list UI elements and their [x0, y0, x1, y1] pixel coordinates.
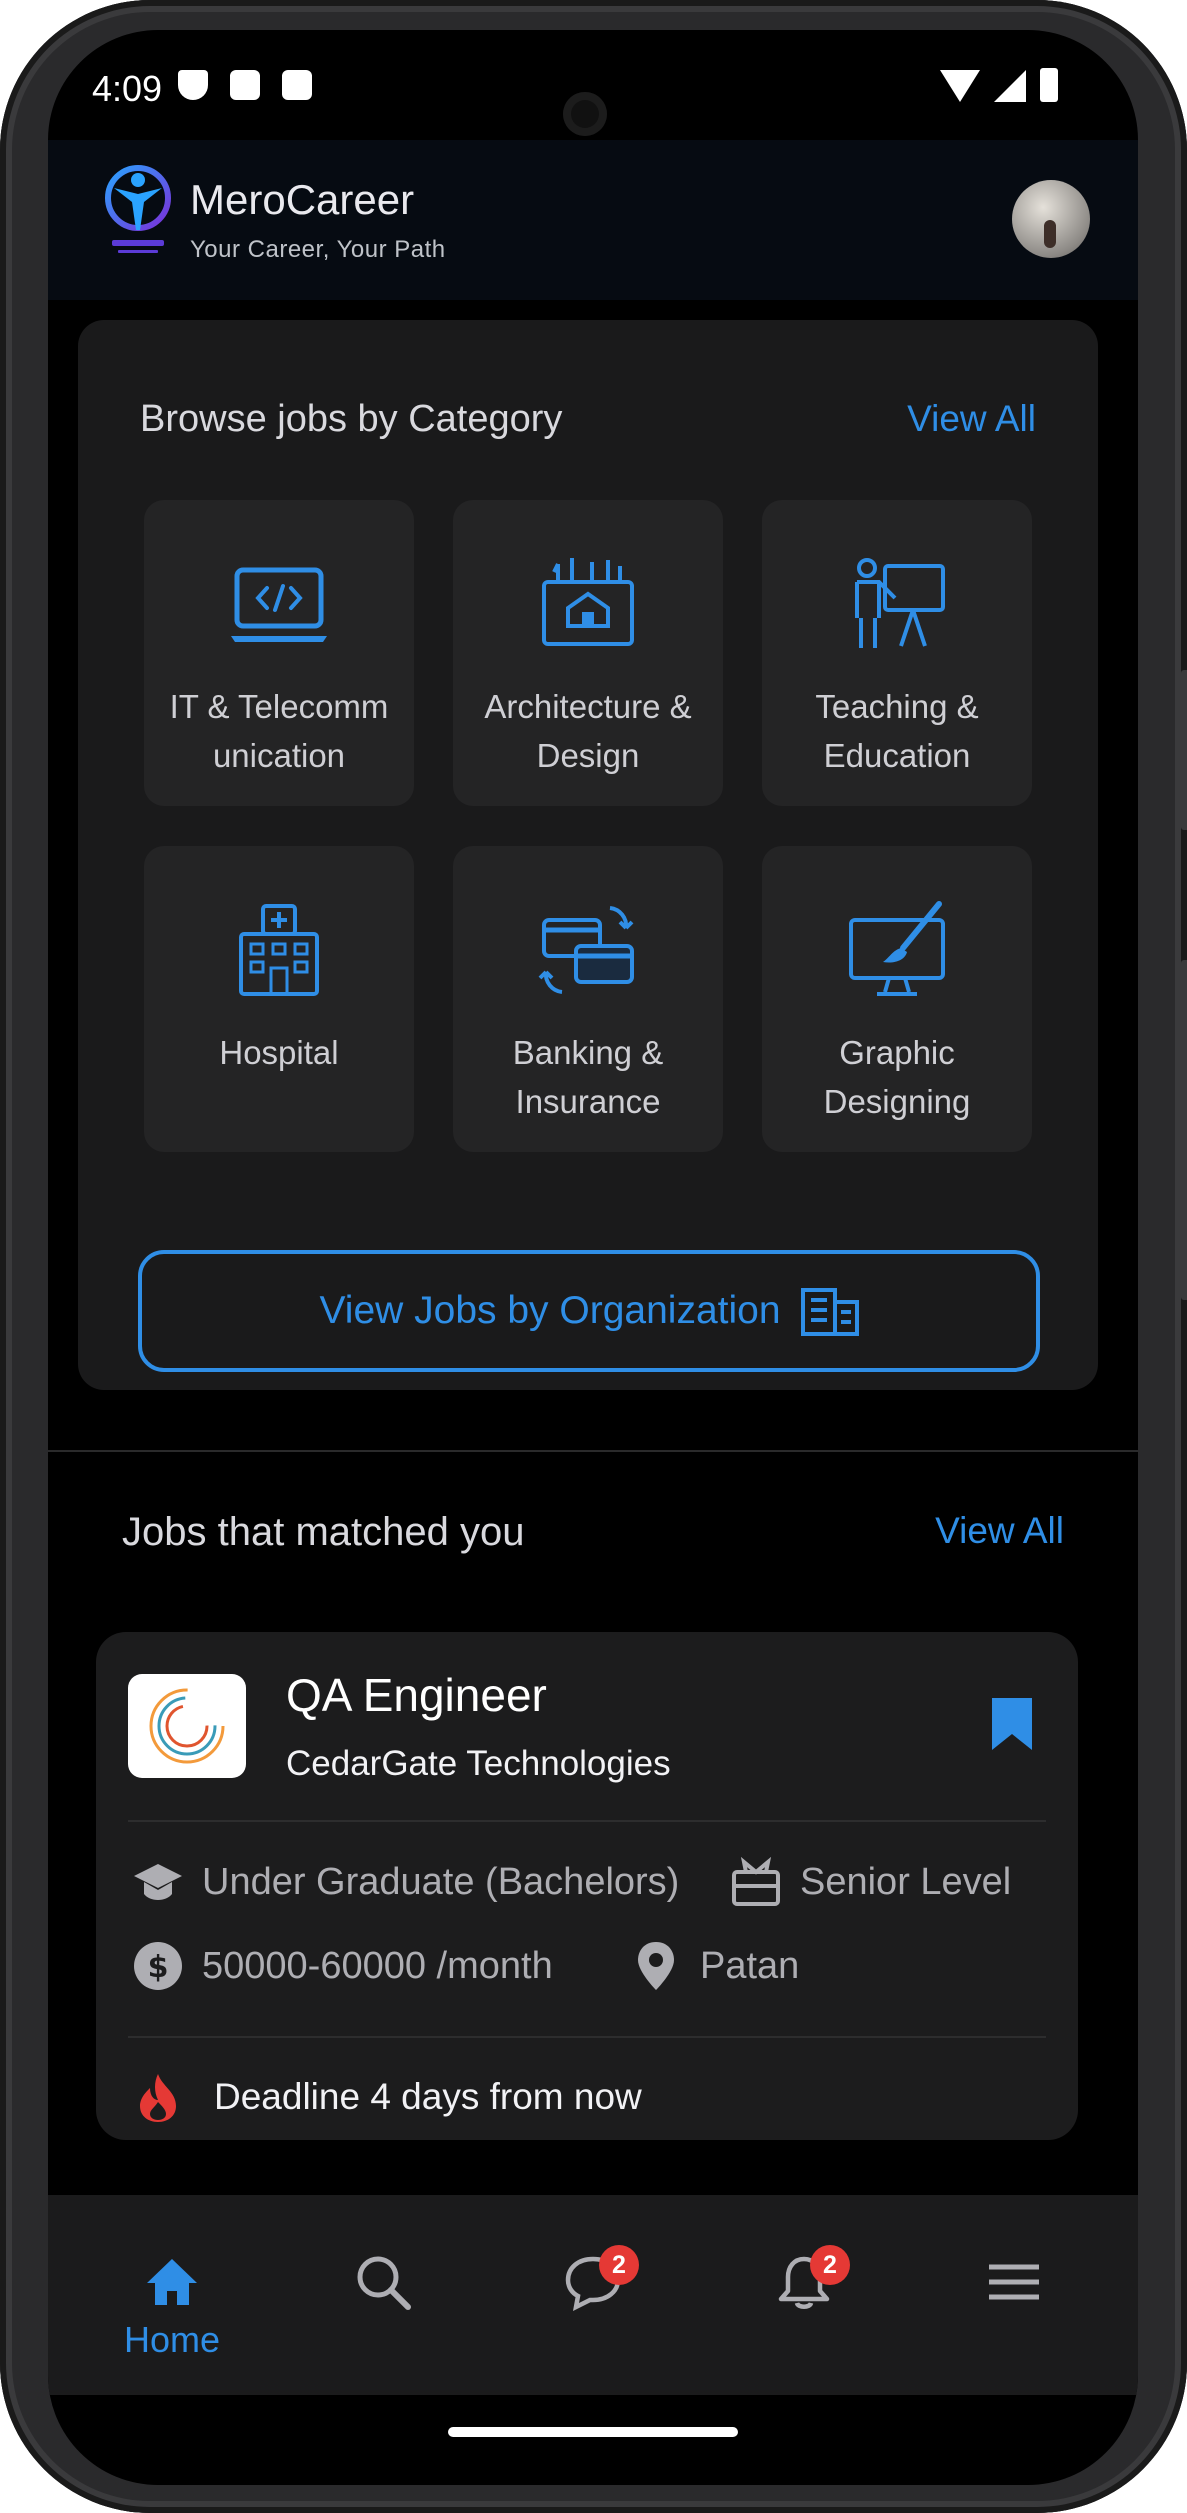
- card-exchange-icon: [538, 906, 634, 994]
- view-jobs-by-organization-button[interactable]: View Jobs by Organization: [138, 1250, 1040, 1372]
- job-title: QA Engineer: [286, 1669, 547, 1721]
- app-tagline: Your Career, Your Path: [190, 236, 446, 263]
- category-label-architecture: Architecture & Design: [484, 688, 692, 774]
- avatar-figure: [1044, 220, 1056, 248]
- nav-search[interactable]: [293, 2195, 473, 2395]
- location-text: Patan: [700, 1944, 800, 1987]
- status-notification-icons: [178, 70, 312, 100]
- status-system-icons: [940, 68, 1058, 102]
- org-button-label: View Jobs by Organization: [319, 1289, 781, 1332]
- matched-jobs-view-all-link[interactable]: View All: [935, 1510, 1064, 1552]
- category-section: Browse jobs by Category View All IT & Te…: [78, 320, 1098, 1390]
- fire-icon: [140, 2074, 176, 2122]
- job-card-separator: [128, 1820, 1046, 1822]
- location-pin-icon: [638, 1942, 674, 1990]
- blueprint-icon: [542, 558, 634, 646]
- salary-meta: $ 50000-60000 /month: [132, 1940, 553, 1992]
- front-camera: [563, 92, 607, 136]
- category-label-teaching: Teaching & Education: [815, 688, 979, 774]
- screen: 4:09 MeroCareer Your Career, Your Path B…: [48, 30, 1138, 2485]
- education-text: Under Graduate (Bachelors): [202, 1860, 680, 1903]
- category-tile-graphic[interactable]: Graphic Designing: [762, 846, 1032, 1152]
- category-tile-banking[interactable]: Banking & Insurance: [453, 846, 723, 1152]
- matched-jobs-title: Jobs that matched you: [122, 1510, 525, 1554]
- sd-card-icon: [282, 70, 312, 100]
- shield-icon: [178, 70, 208, 100]
- job-card-separator: [128, 2036, 1046, 2038]
- category-label-banking: Banking & Insurance: [512, 1034, 664, 1120]
- category-view-all-link[interactable]: View All: [907, 398, 1036, 440]
- nav-home[interactable]: Home: [82, 2195, 262, 2395]
- category-tile-hospital[interactable]: Hospital: [144, 846, 414, 1152]
- volume-button: [1181, 670, 1187, 830]
- monitor-brush-icon: [849, 901, 945, 996]
- category-section-title: Browse jobs by Category: [140, 398, 563, 440]
- education-meta: Under Graduate (Bachelors): [132, 1856, 679, 1908]
- salary-text: 50000-60000 /month: [202, 1944, 553, 1987]
- notifications-badge: 2: [810, 2245, 850, 2285]
- signal-icon: [994, 70, 1026, 102]
- category-tile-it[interactable]: IT & Telecomm unication: [144, 500, 414, 806]
- teacher-board-icon: [855, 558, 945, 648]
- app-logo-icon: [105, 165, 171, 253]
- bottom-navigation: Home 2 2: [48, 2195, 1138, 2395]
- graduation-cap-icon: [134, 1864, 182, 1900]
- keyboard-a-icon: [230, 70, 260, 100]
- level-meta: Senior Level: [730, 1856, 1011, 1908]
- messages-badge: 2: [599, 2245, 639, 2285]
- home-icon: [147, 2259, 197, 2305]
- nav-home-label: Home: [123, 2319, 221, 2360]
- company-logo-icon: [149, 1688, 225, 1764]
- company-logo: [128, 1674, 246, 1778]
- category-label-graphic: Graphic Designing: [823, 1034, 971, 1120]
- battery-icon: [1040, 68, 1058, 102]
- search-icon: [357, 2256, 411, 2310]
- company-name: CedarGate Technologies: [286, 1744, 671, 1783]
- category-tile-teaching[interactable]: Teaching & Education: [762, 500, 1032, 806]
- nav-messages[interactable]: 2: [503, 2195, 683, 2395]
- category-label-it: IT & Telecomm unication: [169, 688, 389, 774]
- gift-card-icon: [732, 1856, 780, 1906]
- svg-text:$: $: [148, 1950, 169, 1985]
- bookmark-icon[interactable]: [990, 1696, 1034, 1752]
- location-meta: Patan: [630, 1940, 799, 1992]
- category-tile-architecture[interactable]: Architecture & Design: [453, 500, 723, 806]
- deadline-text: Deadline 4 days from now: [214, 2076, 642, 2117]
- hamburger-menu-icon: [989, 2264, 1039, 2300]
- building-icon: [800, 1288, 859, 1336]
- wifi-icon: [940, 70, 980, 102]
- level-text: Senior Level: [800, 1860, 1012, 1903]
- profile-avatar[interactable]: [1012, 180, 1090, 258]
- laptop-code-icon: [231, 567, 327, 642]
- dollar-icon: $: [134, 1942, 182, 1990]
- power-button: [1181, 960, 1187, 1300]
- job-card[interactable]: QA Engineer CedarGate Technologies Under…: [96, 1632, 1078, 2140]
- app-name: MeroCareer: [190, 176, 415, 223]
- deadline-meta: Deadline 4 days from now: [136, 2072, 642, 2122]
- category-label-hospital: Hospital: [219, 1034, 339, 1071]
- app-bar: MeroCareer Your Career, Your Path: [48, 140, 1138, 300]
- section-divider: [48, 1450, 1138, 1452]
- nav-notifications[interactable]: 2: [714, 2195, 894, 2395]
- status-time: 4:09: [92, 68, 163, 109]
- home-indicator: [448, 2427, 738, 2437]
- nav-menu[interactable]: [924, 2195, 1104, 2395]
- hospital-icon: [239, 904, 319, 996]
